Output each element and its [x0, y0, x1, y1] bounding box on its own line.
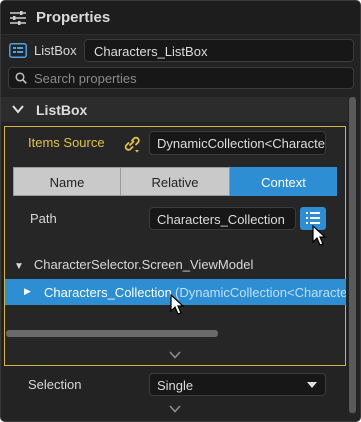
tree-selected-name: Characters_Collection	[44, 285, 172, 300]
chevron-down-icon[interactable]	[169, 351, 181, 359]
listbox-icon	[9, 43, 27, 58]
panel-title: Properties	[36, 9, 111, 26]
sliders-icon	[10, 11, 26, 25]
mouse-cursor-icon	[312, 225, 327, 246]
chevron-down-icon	[12, 105, 24, 114]
properties-panel: Properties ListBox Characters_ListBox Se…	[0, 0, 361, 422]
search-properties-input[interactable]: Search properties	[8, 67, 354, 89]
selection-dropdown[interactable]: Single	[149, 373, 326, 396]
expand-arrow-icon: ▼	[14, 261, 24, 272]
path-label: Path	[30, 211, 57, 226]
tree-root-item[interactable]: ▼ CharacterSelector.Screen_ViewModel	[14, 257, 253, 272]
items-source-input[interactable]: DynamicCollection<Characte	[149, 131, 326, 155]
path-input[interactable]: Characters_Collection	[149, 207, 296, 230]
vertical-scrollbar[interactable]	[349, 97, 356, 415]
component-type-label: ListBox	[34, 43, 77, 58]
vertical-scrollbar-thumb[interactable]	[349, 97, 356, 413]
listbox-section-header[interactable]: ListBox	[1, 97, 348, 122]
search-icon	[15, 72, 27, 84]
component-name-input[interactable]: Characters_ListBox	[84, 39, 354, 62]
chevron-down-icon[interactable]	[169, 405, 181, 413]
tree-root-label: CharacterSelector.Screen_ViewModel	[33, 257, 254, 272]
binding-mode-context-tab[interactable]: Context	[230, 167, 337, 196]
items-source-label: Items Source	[28, 135, 105, 150]
search-placeholder: Search properties	[34, 71, 137, 86]
collapse-arrow-icon: ▶	[24, 286, 31, 296]
selection-label: Selection	[28, 377, 82, 392]
mouse-cursor-icon	[170, 294, 185, 315]
selection-value: Single	[157, 378, 194, 393]
tree-selected-type: (DynamicCollection<Character	[175, 285, 346, 300]
section-title: ListBox	[36, 102, 88, 118]
binding-mode-name-tab[interactable]: Name	[13, 167, 121, 196]
horizontal-scrollbar-thumb[interactable]	[6, 330, 218, 337]
link-icon[interactable]	[122, 134, 142, 154]
panel-titlebar: Properties	[1, 1, 360, 35]
binding-mode-relative-tab[interactable]: Relative	[121, 167, 230, 196]
dropdown-arrow-icon	[307, 382, 317, 388]
